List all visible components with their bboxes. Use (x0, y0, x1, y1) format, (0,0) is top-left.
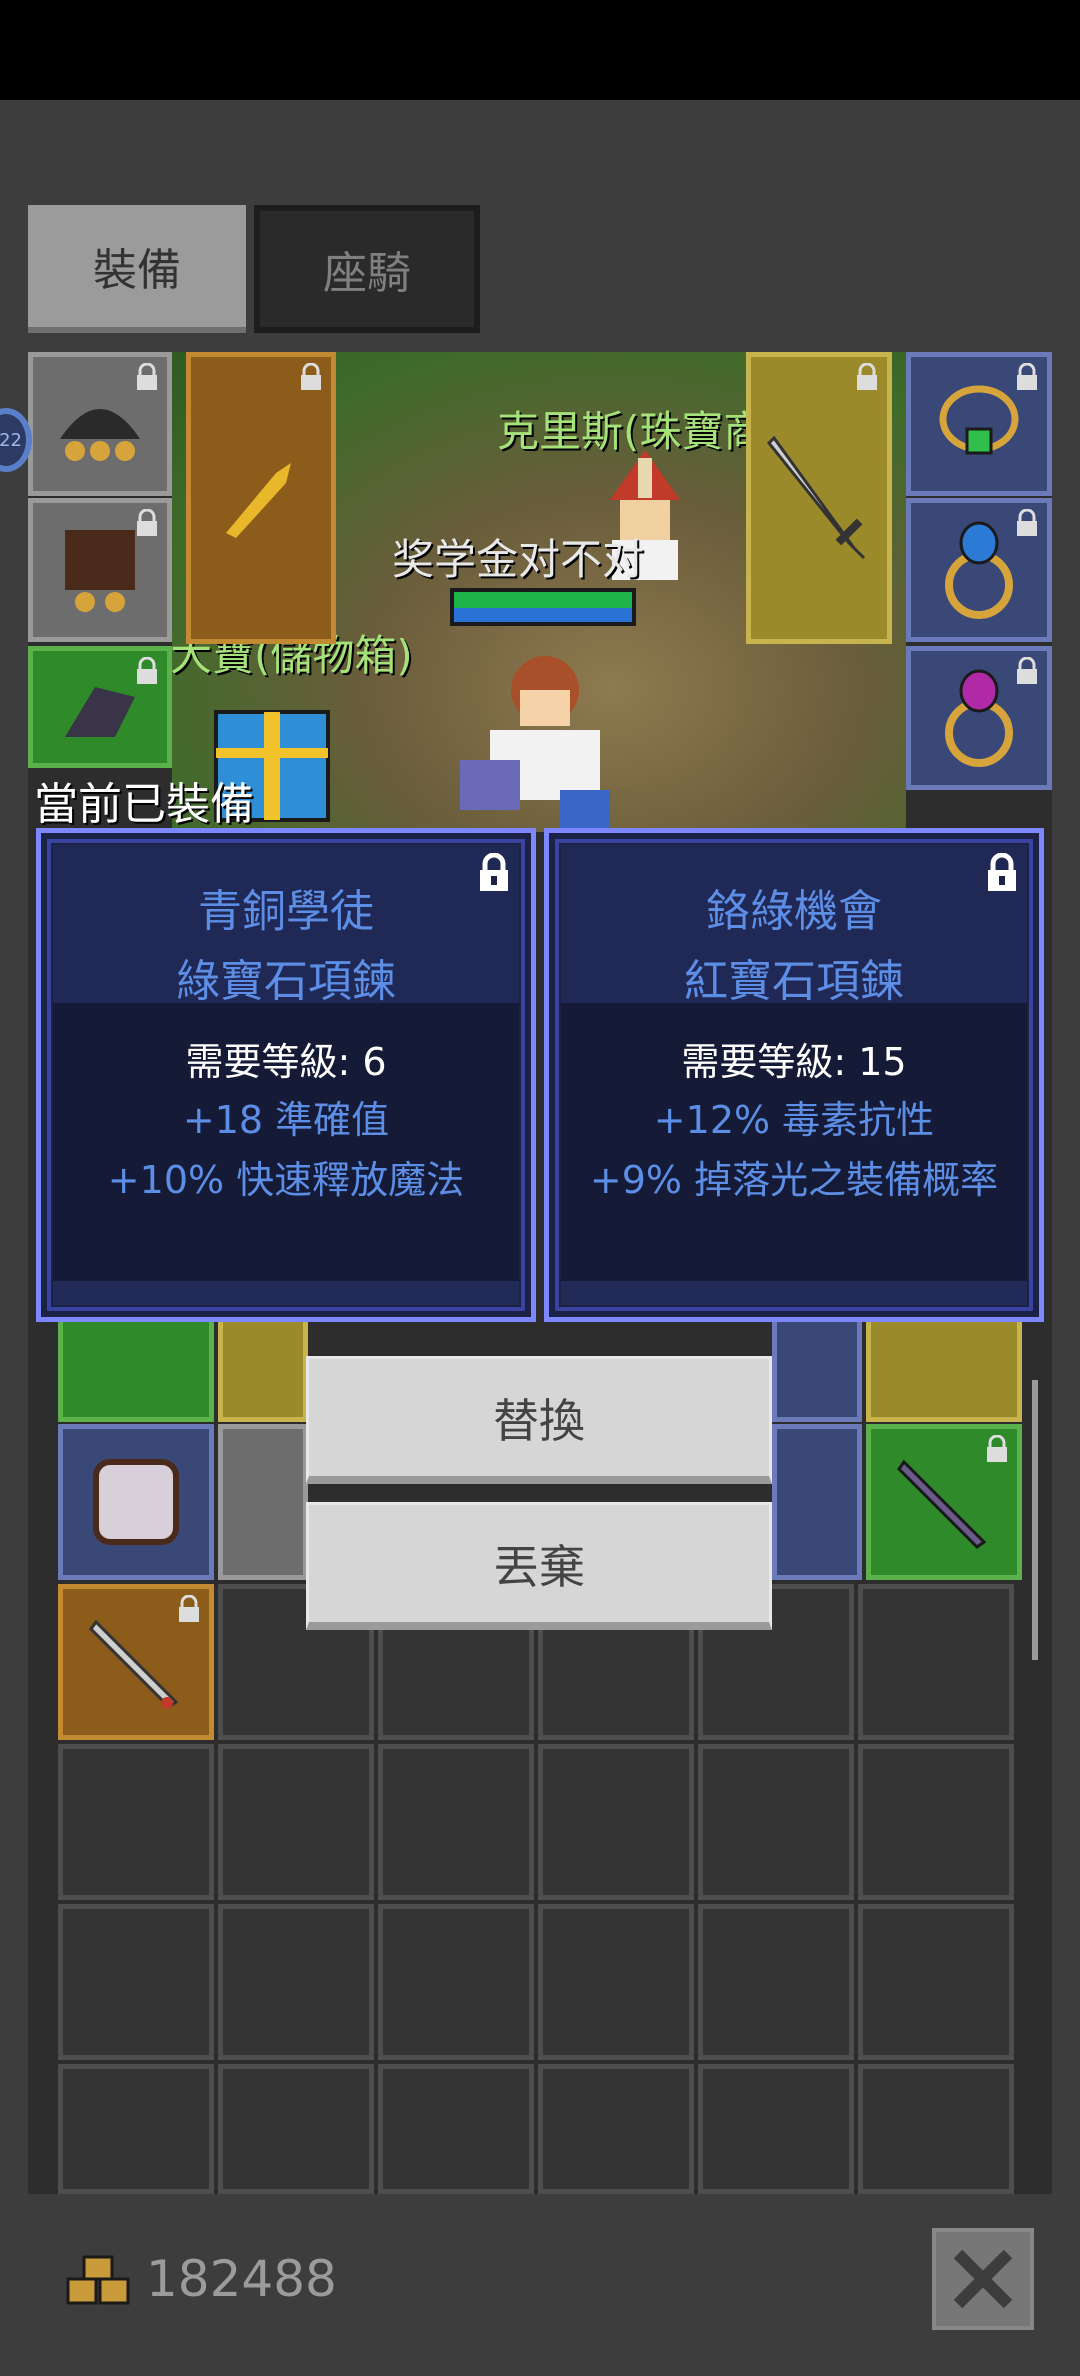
equip-slot-necklace[interactable] (906, 352, 1052, 496)
item-stat: +10% 快速釋放魔法 (107, 1158, 465, 1202)
item-name-prefix: 鉻綠機會 (706, 886, 882, 937)
lock-icon (1017, 657, 1037, 684)
equipped-item-card: 青銅學徒 綠寶石項鍊 需要等級: 6 +18 準確值 +10% 快速釋放魔法 (36, 828, 536, 1322)
gloves-icon (65, 687, 135, 737)
lock-icon (1017, 363, 1037, 390)
item-name: 紅寶石項鍊 (684, 956, 904, 1007)
steel-sword-icon (89, 1619, 179, 1709)
inventory-slot[interactable] (866, 1424, 1022, 1580)
lock-icon (301, 363, 321, 390)
inventory-scrollbar[interactable] (1032, 1380, 1038, 1660)
player-name-label: 奖学金对不对 (392, 535, 645, 584)
inventory-slot[interactable] (858, 1904, 1014, 2060)
equip-slot-weapon-left[interactable] (186, 352, 336, 644)
close-icon (953, 2249, 1013, 2309)
close-button[interactable] (932, 2228, 1034, 2330)
equip-slot-ring-1[interactable] (906, 498, 1052, 642)
gold-coins-icon (66, 2255, 130, 2305)
inventory-slot[interactable] (772, 1424, 862, 1580)
inventory-slot[interactable] (866, 1312, 1022, 1422)
lock-icon[interactable] (477, 853, 511, 893)
amethyst-ring-icon (945, 669, 1013, 767)
inventory-slot[interactable] (58, 1904, 214, 2060)
dark-sword-icon (897, 1459, 987, 1549)
lock-icon[interactable] (985, 853, 1019, 893)
inventory-slot[interactable] (698, 1904, 854, 2060)
inventory-slot[interactable] (698, 2064, 854, 2194)
item-name: 綠寶石項鍊 (176, 956, 396, 1007)
tab-equipment[interactable]: 裝備 (28, 205, 246, 333)
inventory-slot[interactable] (858, 1744, 1014, 1900)
replace-button[interactable]: 替換 (306, 1356, 772, 1484)
inventory-slot[interactable] (58, 1744, 214, 1900)
lock-icon (857, 363, 877, 390)
equip-slot-ring-2[interactable] (906, 646, 1052, 790)
lock-icon (1017, 509, 1037, 536)
sapphire-ring-icon (945, 521, 1013, 619)
sword-icon (766, 435, 866, 560)
equip-slot-armor[interactable] (28, 498, 172, 642)
required-level: 需要等級: 15 (681, 1040, 907, 1084)
tab-mount[interactable]: 座騎 (254, 205, 480, 333)
inventory-slot[interactable] (378, 1904, 534, 2060)
inventory-slot[interactable] (218, 1904, 374, 2060)
required-level: 需要等級: 6 (185, 1040, 387, 1084)
lock-icon (987, 1435, 1007, 1462)
item-stat: +12% 毒素抗性 (653, 1098, 935, 1142)
lock-icon (137, 509, 157, 536)
gold-amount: 182488 (146, 2250, 337, 2308)
lock-icon (179, 1595, 199, 1622)
inventory-slot[interactable] (858, 1584, 1014, 1740)
lock-icon (137, 363, 157, 390)
inventory-slot[interactable] (538, 2064, 694, 2194)
inventory-slot[interactable] (218, 1312, 308, 1422)
discard-button[interactable]: 丟棄 (306, 1502, 772, 1630)
item-stat: +9% 掉落光之裝備概率 (589, 1158, 999, 1202)
equip-slot-weapon-right[interactable] (746, 352, 892, 644)
emerald-necklace-icon (939, 385, 1019, 455)
inventory-slot[interactable] (58, 1312, 214, 1422)
inventory-slot[interactable] (538, 1904, 694, 2060)
equip-slot-helmet[interactable] (28, 352, 172, 496)
inventory-slot[interactable] (698, 1744, 854, 1900)
inventory-slot[interactable] (218, 1744, 374, 1900)
inventory-slot[interactable] (218, 1424, 308, 1580)
current-equipped-label: 當前已裝備 (34, 779, 254, 830)
item-name-prefix: 青銅學徒 (198, 886, 374, 937)
equip-slot-gloves[interactable] (28, 646, 172, 768)
player-character-sprite (460, 656, 610, 830)
status-bar (0, 0, 1080, 100)
inventory-slot[interactable] (772, 1312, 862, 1422)
inventory-slot[interactable] (58, 1424, 214, 1580)
golden-dagger-icon (226, 463, 291, 538)
item-stat: +18 準確值 (182, 1098, 390, 1142)
new-item-card: 鉻綠機會 紅寶石項鍊 需要等級: 15 +12% 毒素抗性 +9% 掉落光之裝備… (544, 828, 1044, 1322)
inventory-slot[interactable] (378, 2064, 534, 2194)
lock-icon (137, 657, 157, 684)
inventory-slot[interactable] (378, 1744, 534, 1900)
inventory-slot[interactable] (538, 1744, 694, 1900)
inventory-slot[interactable] (858, 2064, 1014, 2194)
inventory-slot[interactable] (218, 2064, 374, 2194)
inventory-slot[interactable] (58, 2064, 214, 2194)
helmet-icon (60, 409, 140, 461)
inventory-slot[interactable] (58, 1584, 214, 1740)
armor-plate-icon (93, 1459, 179, 1545)
player-mp-bar (450, 608, 636, 626)
npc-name-label: 克里斯(珠寶商) (497, 407, 782, 456)
